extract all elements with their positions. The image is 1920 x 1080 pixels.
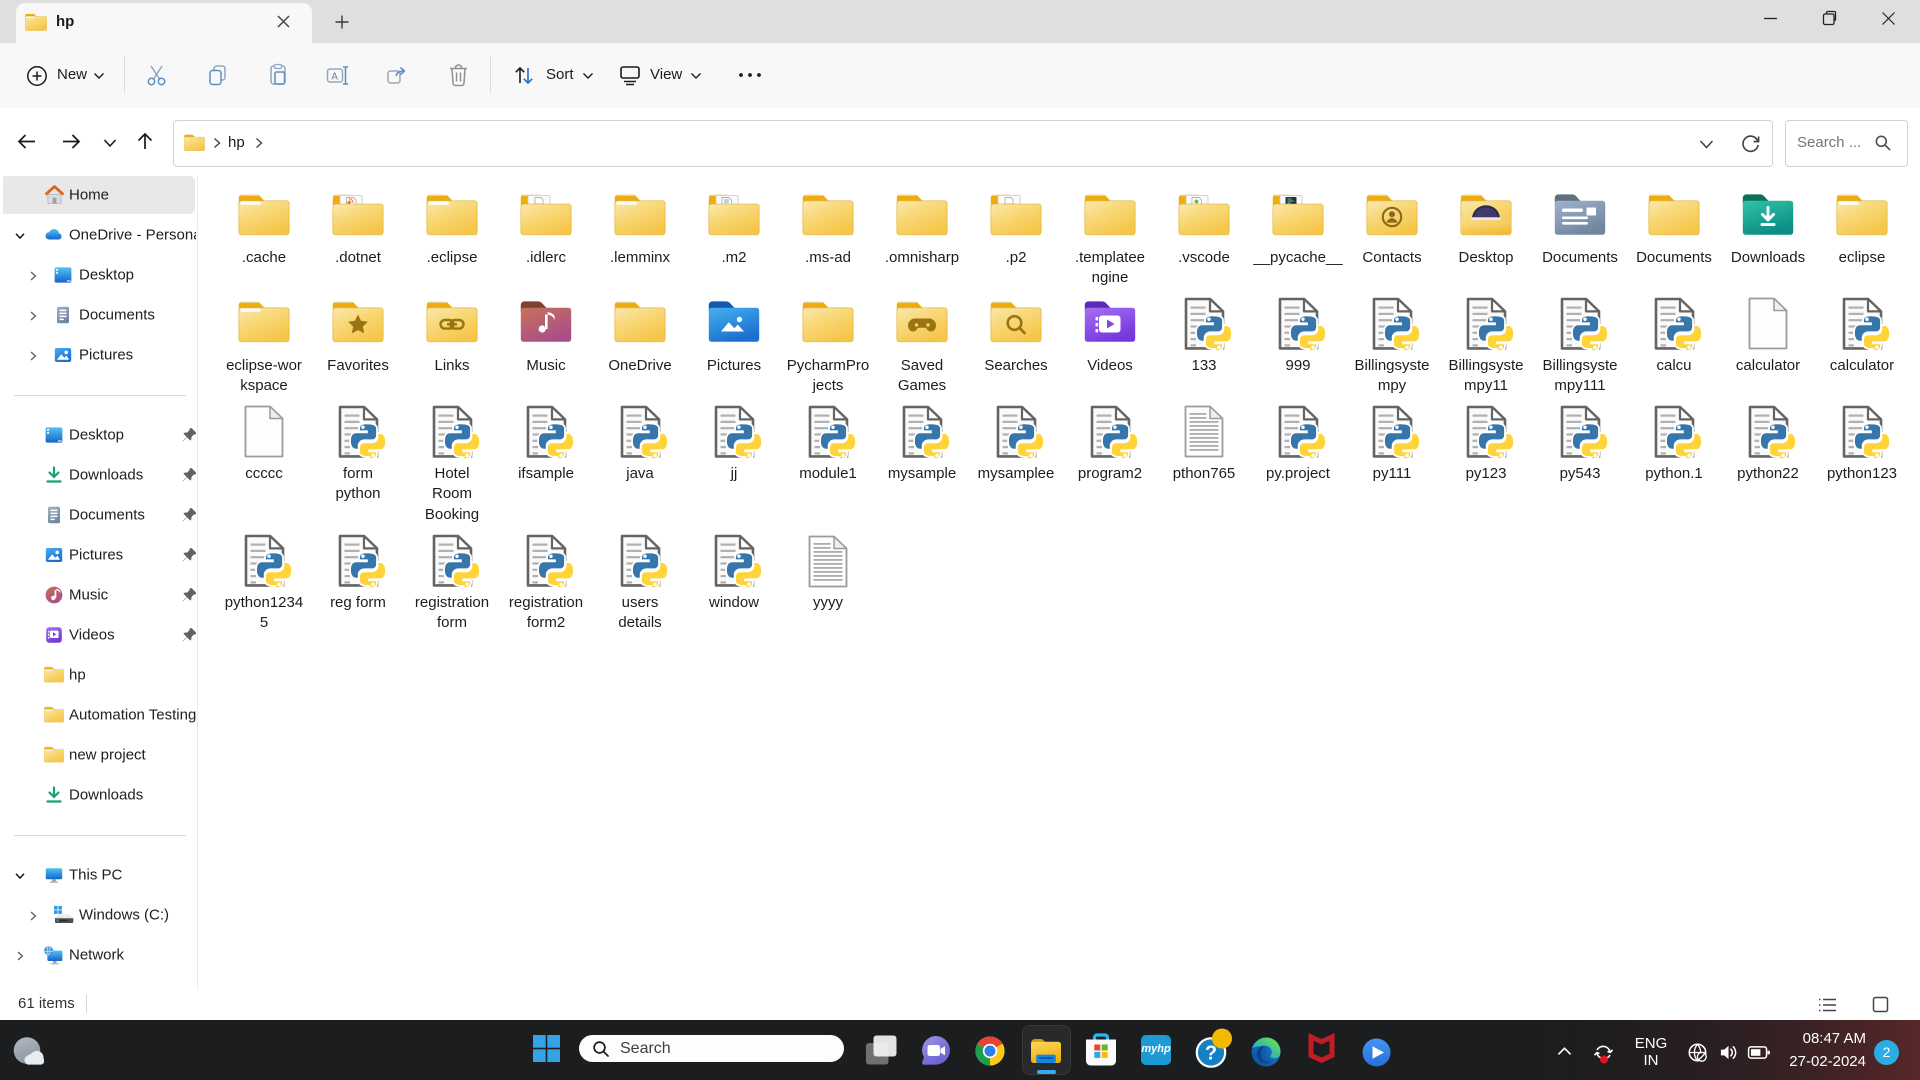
svg-text:A: A xyxy=(331,72,338,83)
